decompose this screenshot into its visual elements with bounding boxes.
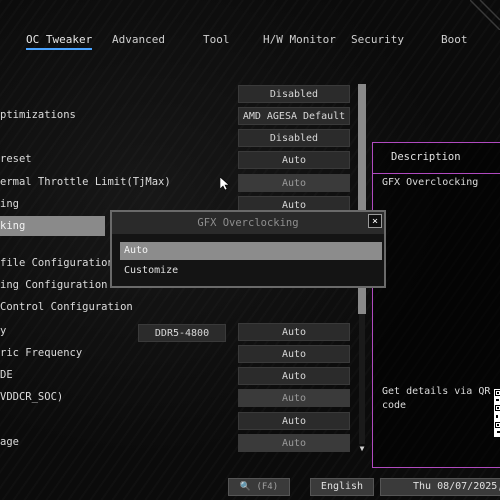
memory-speed-readout: DDR5-4800 xyxy=(138,324,226,342)
tab-advanced[interactable]: Advanced xyxy=(112,33,165,46)
description-divider xyxy=(373,173,500,174)
qr-instruction: Get details via QR code xyxy=(382,386,491,411)
setting-label[interactable]: DE xyxy=(0,369,13,381)
setting-label[interactable]: ptimizations xyxy=(0,109,76,121)
tab-security[interactable]: Security xyxy=(351,33,404,46)
bottom-status-bar: 🔍 (F4) English Thu 08/07/2025, C xyxy=(0,478,500,500)
setting-value-dropdown[interactable]: Auto xyxy=(238,345,350,363)
tab-tool[interactable]: Tool xyxy=(203,33,230,46)
setting-label[interactable]: age xyxy=(0,436,19,448)
mouse-cursor-icon xyxy=(220,177,230,191)
setting-label[interactable]: reset xyxy=(0,153,32,165)
setting-label[interactable]: ermal Throttle Limit(TjMax) xyxy=(0,176,171,188)
setting-value-dropdown[interactable]: Auto xyxy=(238,174,350,192)
description-title: Description xyxy=(391,151,461,163)
setting-value-dropdown[interactable]: Auto xyxy=(238,434,350,452)
setting-label[interactable]: y xyxy=(0,325,6,337)
setting-label[interactable]: VDDCR_SOC) xyxy=(0,391,63,403)
tab-oc-tweaker[interactable]: OC Tweaker xyxy=(26,33,93,50)
popup-option-customize[interactable]: Customize xyxy=(120,262,382,280)
setting-label[interactable]: ing xyxy=(0,198,19,210)
setting-label-selected[interactable]: king xyxy=(0,216,105,236)
tab-boot[interactable]: Boot xyxy=(441,33,468,46)
close-icon[interactable]: × xyxy=(368,214,382,228)
setting-value-dropdown[interactable]: Auto xyxy=(238,323,350,341)
setting-value-dropdown[interactable]: Auto xyxy=(238,412,350,430)
setting-label[interactable]: ric Frequency xyxy=(0,347,82,359)
setting-value-dropdown[interactable]: Auto xyxy=(238,389,350,407)
tab-hw-monitor[interactable]: H/W Monitor xyxy=(263,33,336,46)
description-panel: Description GFX Overclocking Get details… xyxy=(372,142,500,468)
setting-value-dropdown[interactable]: Disabled xyxy=(238,129,350,147)
scroll-down-arrow-icon[interactable]: ▼ xyxy=(356,444,368,454)
corner-decoration xyxy=(470,0,500,30)
language-button[interactable]: English xyxy=(310,478,374,496)
popup-option-auto[interactable]: Auto xyxy=(120,242,382,260)
setting-label[interactable]: file Configuration xyxy=(0,257,114,269)
setting-value-dropdown[interactable]: Disabled xyxy=(238,85,350,103)
popup-title: GFX Overclocking xyxy=(112,212,384,234)
setting-value-dropdown[interactable]: Auto xyxy=(238,151,350,169)
gfx-overclocking-popup: GFX Overclocking × Auto Customize xyxy=(110,210,386,288)
search-button[interactable]: 🔍 (F4) xyxy=(228,478,290,496)
setting-label[interactable]: ing Configuration xyxy=(0,279,107,291)
qr-code-icon xyxy=(494,389,500,437)
setting-value-dropdown[interactable]: Auto xyxy=(238,367,350,385)
datetime-display: Thu 08/07/2025, C xyxy=(380,478,500,496)
description-body: GFX Overclocking xyxy=(382,177,479,188)
setting-value-dropdown[interactable]: AMD AGESA Default xyxy=(238,107,350,125)
setting-label[interactable]: Control Configuration xyxy=(0,301,133,313)
